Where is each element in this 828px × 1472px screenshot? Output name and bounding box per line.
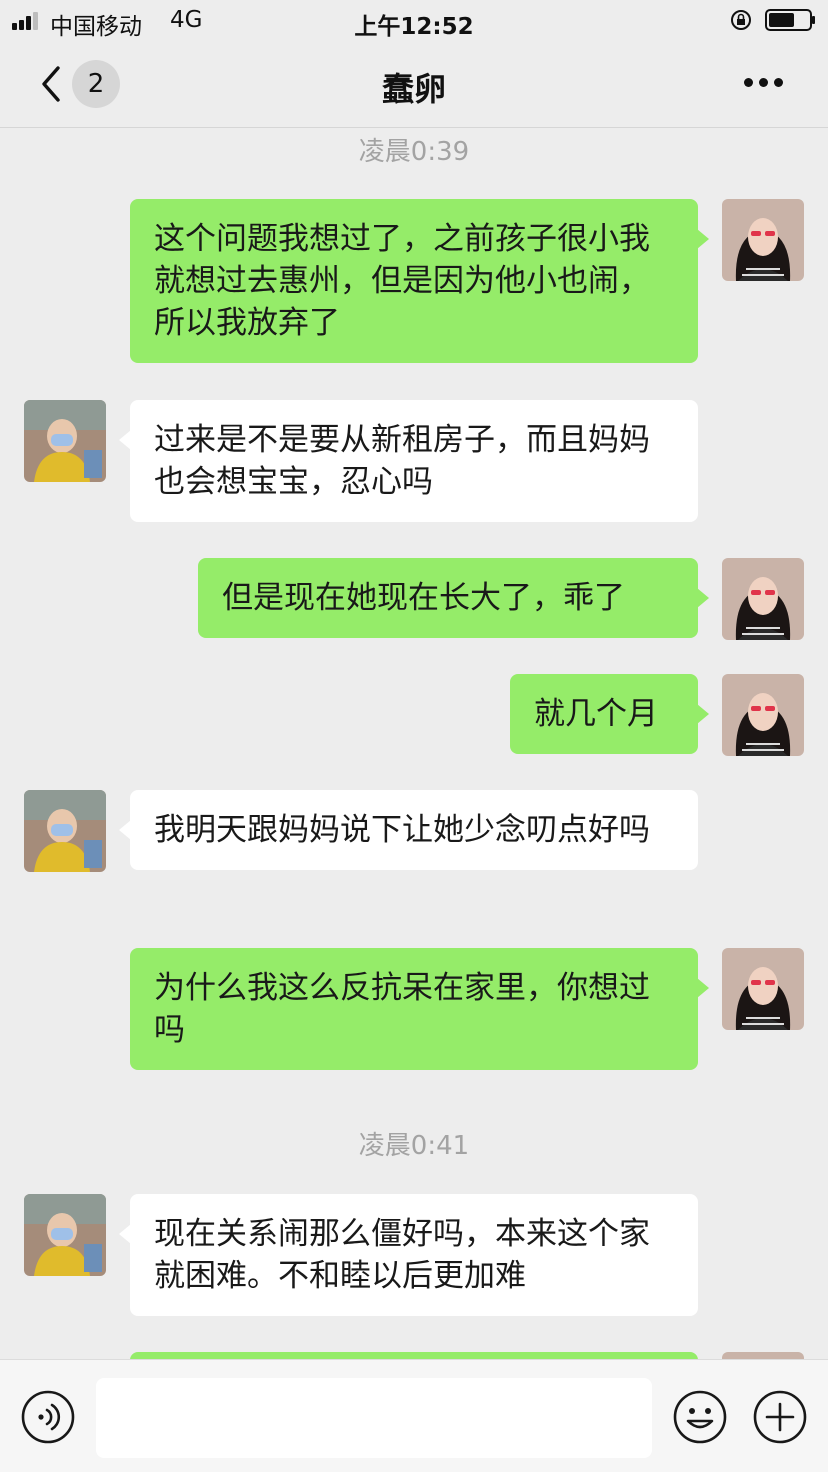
outgoing-message-bubble[interactable]: 这个问题我想过了，之前孩子很小我就想过去惠州，但是因为他小也闹，所以我放弃了 <box>130 199 709 363</box>
plus-icon[interactable] <box>752 1389 808 1445</box>
rotation-lock-icon <box>731 10 751 30</box>
chat-title: 蠢卵 <box>381 70 446 108</box>
incoming-message-bubble[interactable]: 现在关系闹那么僵好吗，本来这个家就困难。不和睦以后更加难 <box>119 1194 698 1316</box>
outgoing-message-bubble-partial[interactable] <box>130 1352 698 1359</box>
contact-avatar[interactable] <box>24 1194 106 1276</box>
status-bar: 中国移动 4G 上午12:52 <box>0 0 828 42</box>
incoming-message-bubble[interactable]: 我明天跟妈妈说下让她少念叨点好吗 <box>119 790 698 870</box>
status-time: 上午12:52 <box>354 14 474 40</box>
timestamp: 凌晨0:41 <box>358 1131 470 1161</box>
contact-avatar[interactable] <box>24 790 106 872</box>
message-input-bar <box>0 1359 828 1472</box>
my-avatar[interactable] <box>722 558 804 640</box>
outgoing-message-bubble[interactable]: 但是现在她现在长大了，乖了 <box>198 558 709 638</box>
my-avatar[interactable] <box>722 948 804 1030</box>
message-input[interactable] <box>96 1378 652 1458</box>
contact-avatar[interactable] <box>24 400 106 482</box>
my-avatar[interactable] <box>722 674 804 756</box>
chat-header: 2 蠢卵 <box>0 42 828 128</box>
my-avatar[interactable] <box>722 1352 804 1359</box>
message-list[interactable]: 凌晨0:39 这个问题我想过了，之前孩子很小我就想过去惠州，但是因为他小也闹，所… <box>0 129 828 1359</box>
timestamp: 凌晨0:39 <box>358 137 470 167</box>
incoming-message-bubble[interactable]: 过来是不是要从新租房子，而且妈妈也会想宝宝，忍心吗 <box>119 400 698 522</box>
emoji-icon[interactable] <box>672 1389 728 1445</box>
outgoing-message-bubble[interactable]: 为什么我这么反抗呆在家里，你想过吗 <box>130 948 709 1070</box>
battery-icon <box>765 9 815 31</box>
voice-icon[interactable] <box>20 1389 76 1445</box>
more-dots-icon[interactable] <box>744 78 784 88</box>
my-avatar[interactable] <box>722 199 804 281</box>
outgoing-message-bubble[interactable]: 就几个月 <box>510 674 709 754</box>
